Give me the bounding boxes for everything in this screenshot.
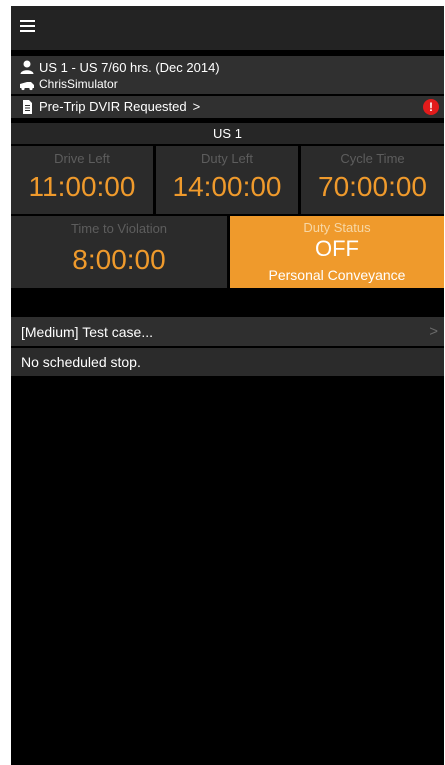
time-to-violation-value: 8:00:00 [72,244,166,275]
duty-status-button[interactable]: Duty Status OFF Personal Conveyance [230,216,444,288]
duty-status-value: OFF [315,236,359,261]
cycle-time-value: 70:00:00 [318,171,427,202]
ruleset-row: US 1 - US 7/60 hrs. (Dec 2014) [19,59,220,75]
duty-left-tile: Duty Left 14:00:00 [156,146,298,214]
dvir-label: Pre-Trip DVIR Requested [39,99,187,114]
duty-left-value: 14:00:00 [172,171,282,202]
message-item[interactable]: [Medium] Test case... > [11,317,444,346]
duty-status-label: Duty Status [303,220,371,235]
vehicle-name: ChrisSimulator [39,77,118,91]
app-screen: US 1 - US 7/60 hrs. (Dec 2014) ChrisSimu… [11,6,444,765]
chevron-right-icon: > [429,323,438,340]
time-to-violation-tile: Time to Violation 8:00:00 [11,216,227,288]
chevron-right-icon: > [192,99,201,114]
duty-status-sub: Personal Conveyance [268,267,406,283]
alert-icon[interactable]: ! [423,99,439,115]
scheduled-stop-row: No scheduled stop. [11,348,444,376]
user-icon [20,60,34,74]
document-icon [23,99,32,114]
driver-info-panel: US 1 - US 7/60 hrs. (Dec 2014) ChrisSimu… [11,56,444,94]
top-app-bar [11,6,444,50]
dvir-request-row[interactable]: Pre-Trip DVIR Requested > ! [11,96,444,118]
hamburger-menu-icon[interactable] [20,20,35,32]
duty-left-label: Duty Left [200,151,254,166]
ruleset-header: US 1 [11,123,444,144]
drive-left-value: 11:00:00 [28,171,136,202]
vehicle-row: ChrisSimulator [19,76,118,92]
message-text: [Medium] Test case... [21,324,154,340]
ruleset-text: US 1 - US 7/60 hrs. (Dec 2014) [39,59,220,75]
scheduled-stop-text: No scheduled stop. [21,354,141,370]
time-to-violation-label: Time to Violation [70,221,168,236]
cycle-time-tile: Cycle Time 70:00:00 [301,146,444,214]
drive-left-tile: Drive Left 11:00:00 [11,146,153,214]
drive-left-label: Drive Left [54,151,110,166]
cycle-time-label: Cycle Time [340,151,405,166]
truck-icon [20,82,34,91]
